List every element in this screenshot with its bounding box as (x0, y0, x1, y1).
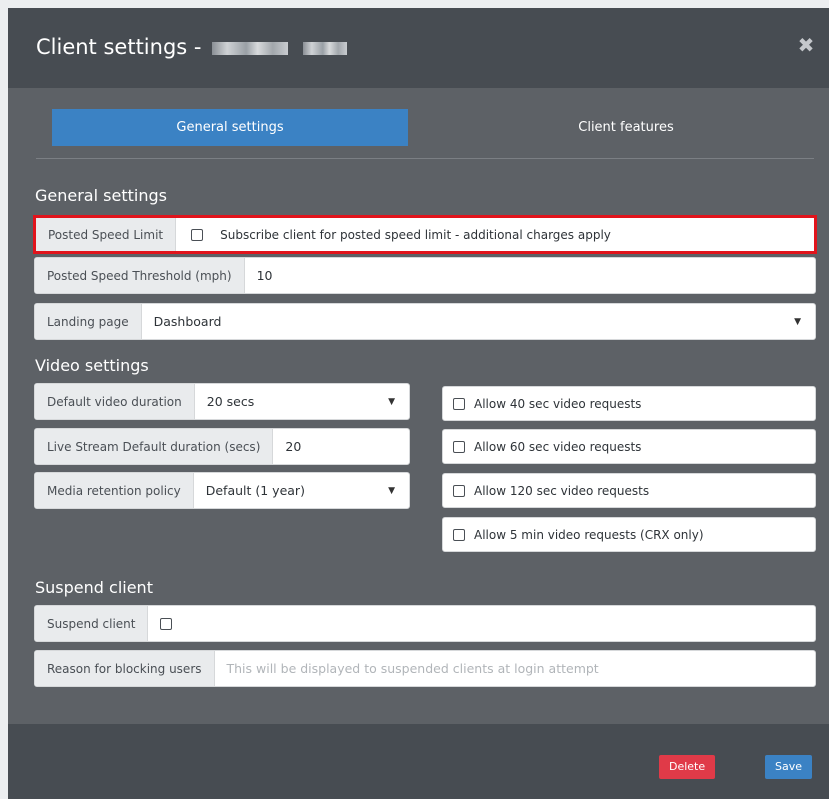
posted-speed-limit-label: Posted Speed Limit (36, 218, 177, 251)
allow-60-sec-checkbox[interactable] (453, 440, 465, 453)
landing-page-select[interactable]: Dashboard ▼ (142, 314, 815, 329)
reason-for-blocking-input[interactable]: This will be displayed to suspended clie… (215, 661, 816, 676)
reason-for-blocking-label: Reason for blocking users (35, 651, 215, 686)
default-video-duration-row: Default video duration 20 secs ▼ (34, 383, 410, 420)
suspend-client-row: Suspend client (34, 605, 816, 642)
modal-title-text: Client settings - (36, 35, 202, 59)
allow-5-min-checkbox[interactable] (453, 528, 465, 541)
default-video-duration-label: Default video duration (35, 384, 195, 419)
allow-40-sec-checkbox[interactable] (453, 397, 465, 410)
media-retention-label: Media retention policy (35, 473, 194, 508)
video-settings-heading: Video settings (35, 356, 149, 375)
posted-speed-limit-row: Posted Speed Limit Subscribe client for … (33, 215, 817, 254)
allow-120-sec-checkbox[interactable] (453, 484, 465, 497)
tab-divider (36, 158, 814, 159)
suspend-client-label: Suspend client (35, 606, 149, 641)
posted-speed-limit-checkbox-label: Subscribe client for posted speed limit … (220, 227, 611, 242)
landing-page-value: Dashboard (153, 314, 222, 329)
caret-down-icon: ▼ (388, 485, 395, 496)
redacted-client-name-2 (302, 41, 347, 55)
media-retention-row: Media retention policy Default (1 year) … (34, 472, 410, 509)
media-retention-value: Default (1 year) (205, 483, 305, 498)
modal-header: Client settings - ✖ (8, 8, 829, 88)
allow-60-sec-label: Allow 60 sec video requests (474, 439, 642, 454)
posted-speed-threshold-row: Posted Speed Threshold (mph) 10 (34, 257, 816, 294)
default-video-duration-value: 20 secs (206, 394, 255, 409)
allow-40-sec-option[interactable]: Allow 40 sec video requests (442, 386, 816, 421)
caret-down-icon: ▼ (794, 316, 801, 327)
suspend-client-heading: Suspend client (35, 578, 153, 597)
allow-60-sec-option[interactable]: Allow 60 sec video requests (442, 429, 816, 464)
posted-speed-limit-option[interactable]: Subscribe client for posted speed limit … (176, 228, 814, 242)
live-stream-duration-input[interactable]: 20 (273, 439, 409, 454)
save-button[interactable]: Save (765, 755, 813, 779)
allow-5-min-label: Allow 5 min video requests (CRX only) (474, 527, 704, 542)
client-settings-modal: Client settings - ✖ General settings Cli… (8, 8, 829, 799)
default-video-duration-select[interactable]: 20 secs ▼ (195, 394, 409, 409)
allow-5-min-option[interactable]: Allow 5 min video requests (CRX only) (442, 517, 816, 552)
tab-general-settings[interactable]: General settings (52, 109, 408, 146)
allow-120-sec-label: Allow 120 sec video requests (474, 483, 650, 498)
suspend-client-option[interactable] (148, 617, 815, 630)
posted-speed-limit-checkbox[interactable] (191, 228, 204, 241)
caret-down-icon: ▼ (388, 396, 395, 407)
reason-for-blocking-row: Reason for blocking users This will be d… (34, 650, 816, 687)
general-settings-heading: General settings (35, 186, 167, 205)
allow-40-sec-label: Allow 40 sec video requests (474, 396, 642, 411)
close-icon[interactable]: ✖ (795, 34, 817, 56)
landing-page-label: Landing page (35, 304, 142, 339)
live-stream-duration-row: Live Stream Default duration (secs) 20 (34, 428, 410, 465)
posted-speed-threshold-input[interactable]: 10 (245, 268, 815, 283)
delete-button[interactable]: Delete (659, 755, 716, 779)
landing-page-row: Landing page Dashboard ▼ (34, 303, 816, 340)
redacted-client-name (212, 41, 289, 55)
suspend-client-checkbox[interactable] (160, 617, 173, 630)
live-stream-duration-label: Live Stream Default duration (secs) (35, 429, 274, 464)
posted-speed-threshold-label: Posted Speed Threshold (mph) (35, 258, 245, 293)
modal-title: Client settings - (36, 35, 347, 59)
media-retention-select[interactable]: Default (1 year) ▼ (194, 483, 409, 498)
tab-client-features[interactable]: Client features (476, 109, 776, 146)
allow-120-sec-option[interactable]: Allow 120 sec video requests (442, 473, 816, 508)
settings-tabs: General settings Client features (36, 109, 814, 146)
